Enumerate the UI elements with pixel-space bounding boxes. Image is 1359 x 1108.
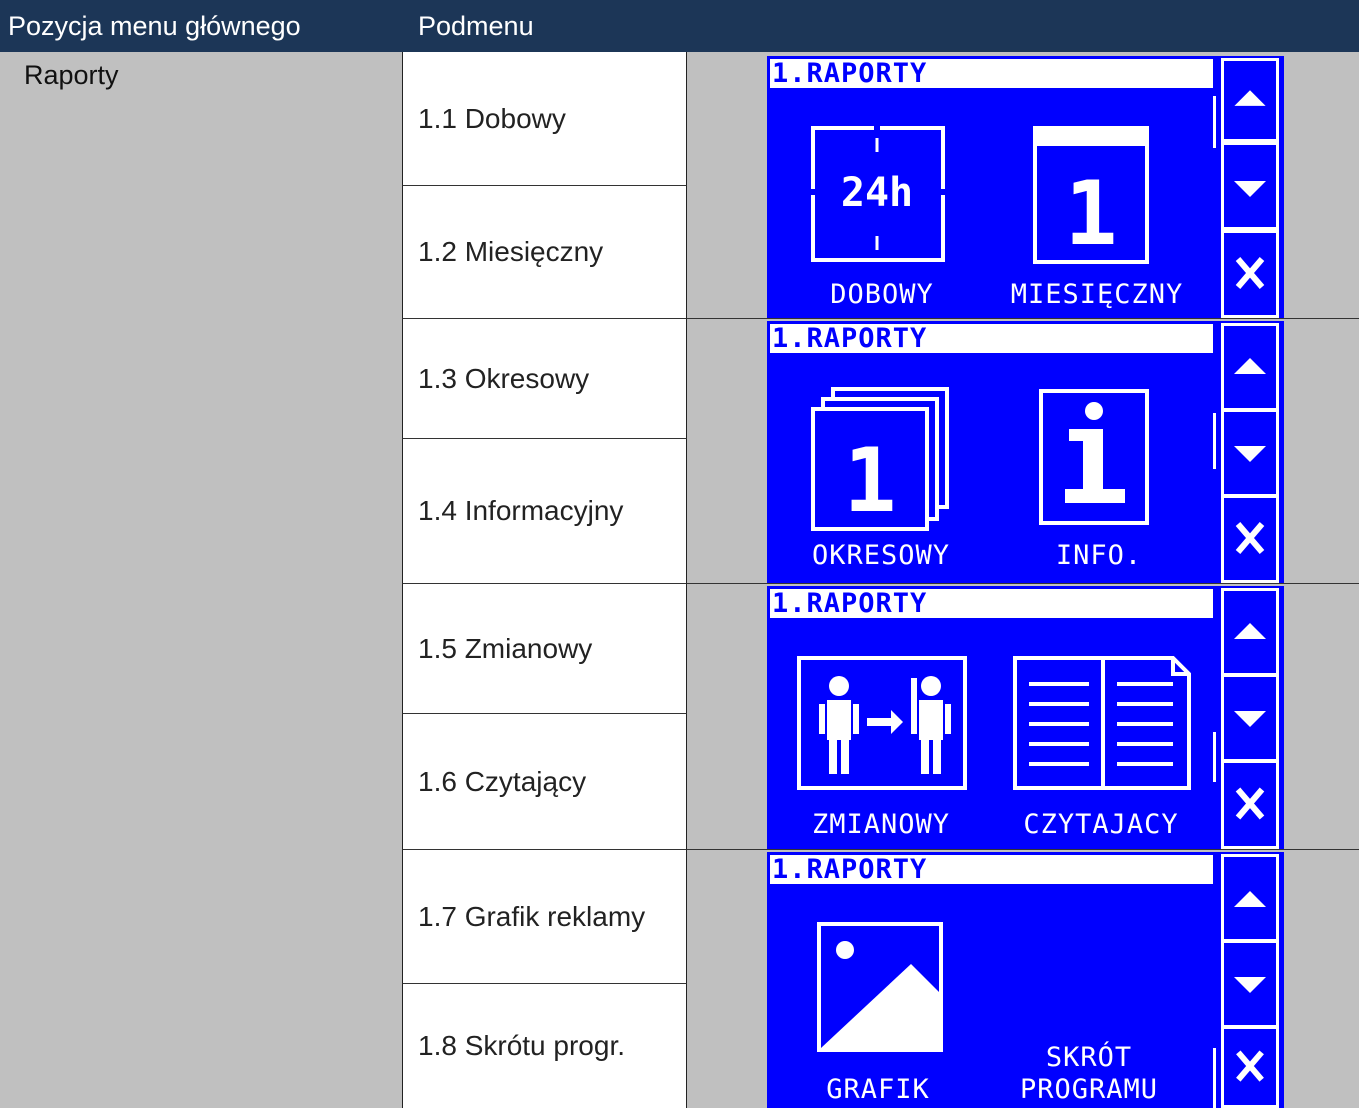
scroll-indicator <box>1213 413 1216 469</box>
main-menu-item-label: Raporty <box>24 60 119 90</box>
info-icon[interactable] <box>1039 389 1149 527</box>
scroll-up-button[interactable] <box>1221 58 1279 142</box>
submenu-cell-1-3: 1.3 Okresowy <box>402 318 687 438</box>
lcd-screen-2: 1.RAPORTY 1 OKRESOWY INFO. <box>767 321 1216 583</box>
close-button[interactable] <box>1221 1026 1279 1108</box>
scroll-panel-3 <box>1213 586 1284 849</box>
close-icon <box>1236 1050 1264 1082</box>
lcd-label-left[interactable]: ZMIANOWY <box>781 811 981 838</box>
calendar-day-1-icon[interactable]: 1 <box>1033 126 1149 264</box>
submenu-cell-1-6: 1.6 Czytający <box>402 713 687 849</box>
clock-24h-icon[interactable]: 24h <box>811 126 947 264</box>
arrow-up-icon <box>1234 90 1266 106</box>
image-icon[interactable] <box>817 922 943 1052</box>
submenu-cell-1-2: 1.2 Miesięczny <box>402 185 687 318</box>
lcd-label-right[interactable]: CZYTAJACY <box>989 811 1213 838</box>
lcd-screen-1: 1.RAPORTY 24h 1 DOBOWY MIESIĘCZNY <box>767 56 1216 318</box>
arrow-down-icon <box>1234 977 1266 993</box>
lcd-title: 1.RAPORTY <box>767 321 1216 356</box>
shift-change-icon[interactable] <box>797 656 967 790</box>
close-button[interactable] <box>1221 760 1279 849</box>
lcd-label-right-line2[interactable]: PROGRAMU <box>989 1076 1189 1103</box>
main-menu-cell: Raporty <box>0 52 402 1108</box>
scroll-down-button[interactable] <box>1221 674 1279 762</box>
scroll-panel-2 <box>1213 321 1284 583</box>
calendar-text: 1 <box>844 429 897 532</box>
scroll-up-button[interactable] <box>1221 323 1279 411</box>
submenu-cell-1-1: 1.1 Dobowy <box>402 52 687 185</box>
header-main-menu-position: Pozycja menu głównego <box>0 0 400 52</box>
scroll-up-button[interactable] <box>1221 588 1279 676</box>
scroll-down-button[interactable] <box>1221 409 1279 497</box>
close-button[interactable] <box>1221 230 1279 318</box>
scroll-down-button[interactable] <box>1221 940 1279 1028</box>
scroll-panel-1 <box>1213 56 1284 318</box>
close-icon <box>1235 787 1265 820</box>
arrow-down-icon <box>1234 711 1266 727</box>
header-submenu: Podmenu <box>400 0 1359 52</box>
scroll-indicator <box>1213 1048 1216 1108</box>
scroll-indicator <box>1213 96 1216 148</box>
lcd-label-left[interactable]: DOBOWY <box>807 281 957 308</box>
close-icon <box>1235 522 1265 554</box>
lcd-label-left[interactable]: OKRESOWY <box>781 542 981 569</box>
calendar-stack-icon[interactable]: 1 <box>811 387 951 532</box>
lcd-label-right[interactable]: INFO. <box>1029 542 1169 569</box>
arrow-down-icon <box>1234 446 1266 462</box>
scroll-panel-4 <box>1213 852 1284 1108</box>
arrow-up-icon <box>1234 891 1266 907</box>
close-button[interactable] <box>1221 495 1279 583</box>
scroll-indicator <box>1213 732 1216 782</box>
lcd-title: 1.RAPORTY <box>767 852 1216 887</box>
arrow-down-icon <box>1234 181 1266 197</box>
lcd-screen-4: 1.RAPORTY GRAFIK SKRÓT PROGRAMU <box>767 852 1216 1108</box>
lcd-screen-3: 1.RAPORTY ZMIANOWY CZYTAJACY <box>767 586 1216 849</box>
submenu-cell-1-4: 1.4 Informacyjny <box>402 438 687 583</box>
scroll-down-button[interactable] <box>1221 142 1279 230</box>
clock-text: 24h <box>841 170 913 216</box>
close-icon <box>1235 257 1265 289</box>
submenu-cell-1-8: 1.8 Skrótu progr. <box>402 983 687 1108</box>
submenu-cell-1-5: 1.5 Zmianowy <box>402 583 687 713</box>
scroll-up-button[interactable] <box>1221 854 1279 942</box>
lcd-title: 1.RAPORTY <box>767 586 1216 621</box>
lcd-label-right[interactable]: MIESIĘCZNY <box>987 281 1207 308</box>
submenu-cell-1-7: 1.7 Grafik reklamy <box>402 849 687 983</box>
calendar-text: 1 <box>1065 162 1118 264</box>
lcd-label-right-line1[interactable]: SKRÓT <box>989 1044 1189 1071</box>
arrow-up-icon <box>1234 358 1266 374</box>
lcd-label-left[interactable]: GRAFIK <box>803 1076 953 1103</box>
open-book-icon[interactable] <box>1013 656 1191 790</box>
arrow-up-icon <box>1234 623 1266 639</box>
lcd-title: 1.RAPORTY <box>767 56 1216 91</box>
